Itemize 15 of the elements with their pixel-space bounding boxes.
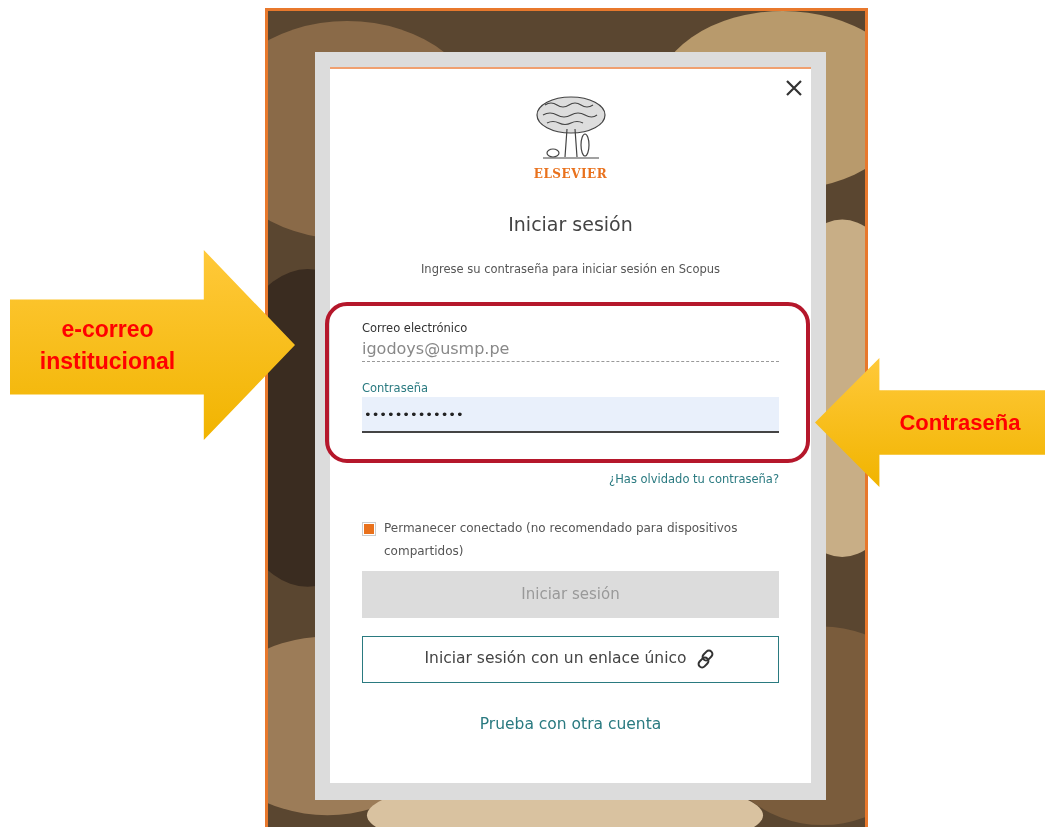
email-field[interactable]: igodoys@usmp.pe: [362, 337, 779, 362]
dialog-subtitle: Ingrese su contraseña para iniciar sesión en Scopus: [419, 260, 722, 278]
remember-label: Permanecer conectado (no recomendado para dispositivos compartidos): [384, 519, 739, 560]
dialog-title: Iniciar sesión: [507, 212, 634, 237]
callout-label: e-correo institucional: [38, 315, 177, 376]
field-label: Contraseña: [362, 380, 430, 397]
field-label: Correo electrónico: [362, 319, 469, 337]
logo-wordmark: ELSEVIER: [533, 166, 608, 183]
other-account-link[interactable]: Prueba con otra cuenta: [362, 712, 779, 736]
remember-checkbox[interactable]: [362, 521, 376, 536]
password-field[interactable]: •••••••••••••: [362, 397, 779, 434]
callout-label: Contraseña: [898, 409, 1022, 437]
close-icon[interactable]: [785, 79, 803, 97]
forgot-password-link[interactable]: ¿Has olvidado tu contraseña?: [609, 471, 779, 489]
magic-link-button[interactable]: Iniciar sesión con un enlace único: [362, 635, 779, 683]
